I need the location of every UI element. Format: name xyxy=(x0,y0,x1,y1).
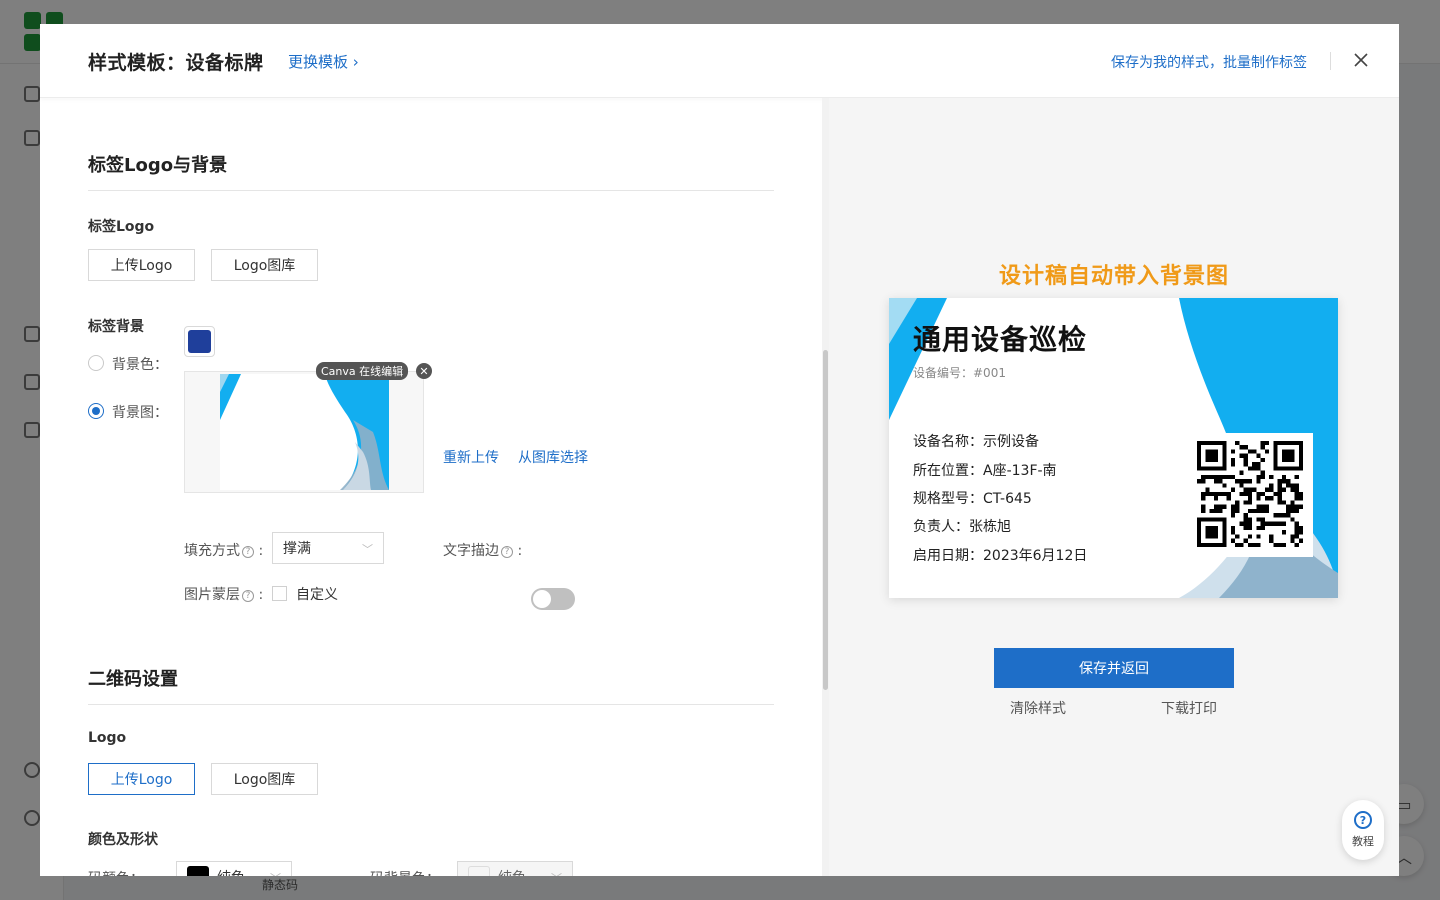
bg-image-label: 背景图： xyxy=(112,405,168,421)
save-as-my-style-link[interactable]: 保存为我的样式，批量制作标签 xyxy=(1111,52,1307,72)
bg-color-label: 背景色： xyxy=(112,357,168,373)
qr-logo-library-button[interactable]: Logo图库 xyxy=(211,763,318,795)
tutorial-label: 教程 xyxy=(1352,835,1374,848)
modal-title: 样式模板：设备标牌 xyxy=(88,52,264,74)
fill-mode-select[interactable]: 撑满 ﹀ xyxy=(272,532,384,564)
help-icon[interactable]: ? xyxy=(242,546,254,558)
bg-color-radio[interactable] xyxy=(88,355,104,371)
chevron-down-icon: ﹀ xyxy=(270,870,281,876)
code-color-value: 纯色 xyxy=(217,867,245,876)
logo-library-button[interactable]: Logo图库 xyxy=(211,249,318,281)
image-mask-label: 图片蒙层 xyxy=(184,587,240,603)
preview-caption: 设计稿自动带入背景图 xyxy=(998,264,1229,289)
label-preview-card: 通用设备巡检 设备编号：#001 设备名称：示例设备 所在位置：A座-13F-南… xyxy=(889,298,1338,598)
style-template-modal: 样式模板：设备标牌 更换模板 › 保存为我的样式，批量制作标签 标签Logo与背… xyxy=(40,24,1399,876)
download-print-link[interactable]: 下载打印 xyxy=(1161,698,1217,718)
bg-color-picker[interactable] xyxy=(184,326,215,357)
color-shape-title: 颜色及形状 xyxy=(88,832,158,848)
fill-mode-value: 撑满 xyxy=(283,541,311,557)
preview-pane: 设计稿自动带入背景图 通用设备巡检 设备编号：#001 设备名称：示例设备 所在… xyxy=(829,98,1399,876)
label-title: 通用设备巡检 xyxy=(913,323,1088,356)
label-row: 规格型号：CT-645 xyxy=(913,491,1032,507)
qr-code xyxy=(1187,433,1313,557)
clear-style-link[interactable]: 清除样式 xyxy=(1010,698,1066,718)
custom-mask-checkbox[interactable] xyxy=(272,586,287,601)
label-row: 所在位置：A座-13F-南 xyxy=(913,463,1057,479)
label-row: 设备名称：示例设备 xyxy=(913,434,1039,450)
save-and-return-button[interactable]: 保存并返回 xyxy=(994,648,1234,688)
code-bg-label: 码背景色： xyxy=(370,868,440,876)
label-row: 启用日期：2023年6月12日 xyxy=(913,548,1088,564)
help-circle-icon: ? xyxy=(1354,811,1372,829)
code-color-chip xyxy=(187,866,209,876)
custom-mask-label: 自定义 xyxy=(296,587,338,603)
bg-thumbnail-image xyxy=(220,374,389,490)
qr-logo-title: Logo xyxy=(88,730,127,746)
text-stroke-label: 文字描边 xyxy=(443,543,499,559)
code-color-select[interactable]: 纯色 ﹀ xyxy=(176,861,292,876)
modal-header: 样式模板：设备标牌 更换模板 › 保存为我的样式，批量制作标签 xyxy=(40,24,1399,98)
chevron-down-icon: ﹀ xyxy=(551,870,562,876)
label-bg-title: 标签背景 xyxy=(88,319,144,335)
help-icon[interactable]: ? xyxy=(242,590,254,602)
section-divider xyxy=(88,704,774,705)
label-row: 负责人：张栋旭 xyxy=(913,519,1011,535)
qr-code-image xyxy=(1197,441,1303,547)
switch-template-link[interactable]: 更换模板 › xyxy=(288,51,359,72)
reupload-link[interactable]: 重新上传 xyxy=(443,447,499,467)
chevron-down-icon: ﹀ xyxy=(362,543,373,556)
label-logo-title: 标签Logo xyxy=(88,219,155,235)
canva-edit-tag[interactable]: Canva 在线编辑 xyxy=(316,362,409,380)
choose-from-library-link[interactable]: 从图库选择 xyxy=(518,447,588,467)
code-bg-value: 纯色 xyxy=(498,867,526,876)
close-icon[interactable] xyxy=(1347,46,1375,74)
section-title-logo-bg: 标签Logo与背景 xyxy=(88,155,228,176)
header-divider xyxy=(1330,52,1331,70)
fill-mode-label: 填充方式 xyxy=(184,543,240,559)
settings-scrollbar[interactable] xyxy=(823,350,828,690)
settings-pane: 标签Logo与背景 标签Logo 上传Logo Logo图库 标签背景 背景色：… xyxy=(40,98,828,876)
tutorial-button[interactable]: ? 教程 xyxy=(1342,800,1384,860)
bg-color-swatch xyxy=(188,330,211,353)
code-bg-select[interactable]: 纯色 ﹀ xyxy=(457,861,573,876)
section-divider xyxy=(88,190,774,191)
remove-bg-close-icon[interactable]: ✕ xyxy=(416,363,432,379)
section-title-qr: 二维码设置 xyxy=(88,669,178,690)
fill-mode-label-wrap: 填充方式? : xyxy=(184,543,264,559)
help-icon[interactable]: ? xyxy=(501,546,513,558)
text-stroke-label-wrap: 文字描边? : xyxy=(443,543,523,559)
bg-image-radio[interactable] xyxy=(88,403,104,419)
label-code: 设备编号：#001 xyxy=(913,366,1006,380)
bg-image-thumbnail xyxy=(184,371,424,493)
code-bg-chip xyxy=(468,866,490,876)
code-color-label: 码颜色： xyxy=(88,868,144,876)
text-stroke-toggle[interactable] xyxy=(531,588,575,610)
qr-upload-logo-button[interactable]: 上传Logo xyxy=(88,763,195,795)
image-mask-label-wrap: 图片蒙层? : xyxy=(184,587,264,603)
upload-logo-button[interactable]: 上传Logo xyxy=(88,249,195,281)
